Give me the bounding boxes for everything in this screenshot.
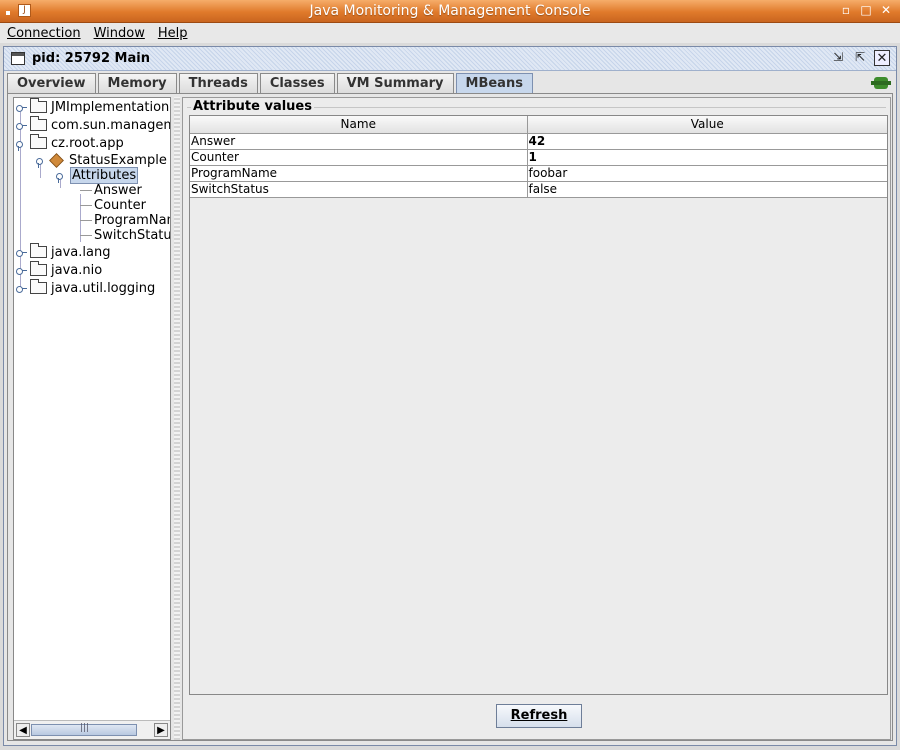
column-header-name[interactable]: Name: [190, 116, 528, 134]
tree-node-label: Counter: [94, 197, 146, 213]
tree-guide-line: [80, 219, 92, 221]
table-header-row: Name Value: [190, 116, 887, 134]
attribute-name-cell: Counter: [190, 148, 528, 166]
tree-node-label: ProgramNam: [94, 212, 170, 228]
collapse-handle-icon[interactable]: [16, 138, 26, 151]
tree-node-label: java.nio: [51, 262, 103, 278]
tree-node-label: cz.root.app: [51, 135, 124, 151]
menu-help[interactable]: Help: [158, 26, 188, 41]
panel-title: Attribute values: [191, 99, 314, 114]
expand-handle-icon[interactable]: [16, 283, 27, 293]
close-icon[interactable]: ✕: [874, 50, 890, 66]
tree-node-label: com.sun.managem: [51, 117, 170, 133]
window-titlebar[interactable]: J Java Monitoring & Management Console ▫…: [0, 0, 900, 23]
menu-help-label: Help: [157, 25, 188, 41]
tab-bar: Overview Memory Threads Classes VM Summa…: [7, 73, 535, 93]
attribute-values-panel: Attribute values Name Value Answer 42 Co…: [182, 97, 891, 740]
folder-icon: [30, 134, 47, 149]
scrollbar-thumb[interactable]: [31, 723, 137, 736]
expand-handle-icon[interactable]: [16, 120, 27, 130]
folder-icon: [30, 98, 47, 113]
collapse-handle-icon[interactable]: [36, 155, 46, 168]
restore-icon[interactable]: ⇲: [830, 50, 846, 66]
maximize-icon[interactable]: ⇱: [852, 50, 868, 66]
attribute-name-cell: ProgramName: [190, 164, 528, 182]
tree-node-attributes[interactable]: Attributes: [56, 166, 139, 184]
attribute-value-cell: foobar: [526, 164, 887, 182]
mbeans-content: JMImplementation com.sun.managem cz.root…: [7, 93, 893, 741]
refresh-button[interactable]: Refresh: [496, 704, 582, 728]
connection-status-icon[interactable]: [871, 77, 891, 89]
tree-node-answer[interactable]: Answer: [80, 182, 142, 198]
tree-guide-line: [80, 204, 92, 206]
tab-overview[interactable]: Overview: [7, 73, 96, 93]
table-row[interactable]: SwitchStatus false: [190, 180, 887, 198]
refresh-button-label: Refresh: [510, 708, 568, 723]
folder-icon: [30, 261, 47, 276]
tree-node-label: java.lang: [51, 244, 111, 260]
window-title: Java Monitoring & Management Console: [309, 3, 591, 19]
tab-classes[interactable]: Classes: [259, 73, 335, 93]
connection-frame: pid: 25792 Main ⇲ ⇱ ✕ Overview Memory Th…: [3, 46, 897, 746]
folder-icon: [30, 243, 47, 258]
mbean-icon: [49, 152, 64, 168]
frame-window-icon: [11, 52, 25, 65]
tree-node-label: java.util.logging: [51, 280, 156, 296]
table-row[interactable]: Answer 42: [190, 132, 887, 150]
expand-handle-icon[interactable]: [16, 247, 27, 257]
tree-horizontal-scrollbar[interactable]: ◀ ▶: [14, 720, 170, 739]
tree-node-switchstatus[interactable]: SwitchStatus: [80, 227, 170, 243]
tab-threads[interactable]: Threads: [178, 73, 258, 93]
tree-guide-line: [80, 234, 92, 236]
scroll-left-icon[interactable]: ◀: [16, 723, 30, 737]
mbean-tree-pane: JMImplementation com.sun.managem cz.root…: [13, 97, 171, 740]
scroll-right-icon[interactable]: ▶: [154, 723, 168, 737]
table-row[interactable]: Counter 1: [190, 148, 887, 166]
tree-node-label: JMImplementation: [51, 99, 170, 115]
attribute-value-cell: false: [526, 180, 887, 198]
expand-handle-icon[interactable]: [16, 102, 27, 112]
tree-node-label: Answer: [94, 182, 142, 198]
attribute-name-cell: SwitchStatus: [190, 180, 528, 198]
folder-icon: [30, 116, 47, 131]
table-row[interactable]: ProgramName foobar: [190, 164, 887, 182]
tree-node-cz-root-app[interactable]: cz.root.app: [16, 134, 124, 151]
tab-memory[interactable]: Memory: [97, 73, 177, 93]
attribute-table: Name Value Answer 42 Counter 1 ProgramNa…: [189, 115, 888, 695]
frame-titlebar[interactable]: pid: 25792 Main ⇲ ⇱ ✕: [4, 47, 896, 71]
tab-vm-summary[interactable]: VM Summary: [336, 73, 454, 93]
close-icon[interactable]: ✕: [880, 4, 892, 17]
tree-node-label: StatusExample: [69, 152, 167, 168]
tree-node-label: Attributes: [70, 166, 139, 184]
attribute-value-cell[interactable]: 1: [526, 148, 887, 166]
tree-node-programname[interactable]: ProgramNam: [80, 212, 170, 228]
menu-connection-label: Connection: [7, 25, 81, 41]
expand-handle-icon[interactable]: [16, 265, 27, 275]
attribute-value-cell[interactable]: 42: [526, 132, 887, 150]
tree-node-counter[interactable]: Counter: [80, 197, 146, 213]
tree-node-java-lang[interactable]: java.lang: [16, 243, 111, 260]
menu-connection[interactable]: Connection: [7, 26, 81, 41]
tree-node-java-nio[interactable]: java.nio: [16, 261, 103, 278]
mbean-tree[interactable]: JMImplementation com.sun.managem cz.root…: [14, 98, 170, 721]
tree-node-java-util-logging[interactable]: java.util.logging: [16, 279, 156, 296]
menu-window[interactable]: Window: [94, 26, 145, 41]
column-header-value[interactable]: Value: [526, 116, 887, 134]
attribute-name-cell: Answer: [190, 132, 528, 150]
menu-window-label: Window: [93, 25, 145, 41]
maximize-icon[interactable]: □: [860, 4, 872, 17]
collapse-handle-icon[interactable]: [56, 170, 66, 183]
tab-mbeans[interactable]: MBeans: [455, 73, 533, 93]
menu-bar: Connection Window Help: [0, 23, 900, 43]
frame-title: pid: 25792 Main: [32, 51, 150, 66]
tree-guide-line: [80, 189, 92, 191]
tree-node-com-sun-management[interactable]: com.sun.managem: [16, 116, 170, 133]
pane-splitter[interactable]: [174, 97, 180, 740]
folder-icon: [30, 279, 47, 294]
tree-node-jmimplementation[interactable]: JMImplementation: [16, 98, 170, 115]
minimize-icon[interactable]: ▫: [840, 4, 852, 17]
tree-node-label: SwitchStatus: [94, 227, 170, 243]
